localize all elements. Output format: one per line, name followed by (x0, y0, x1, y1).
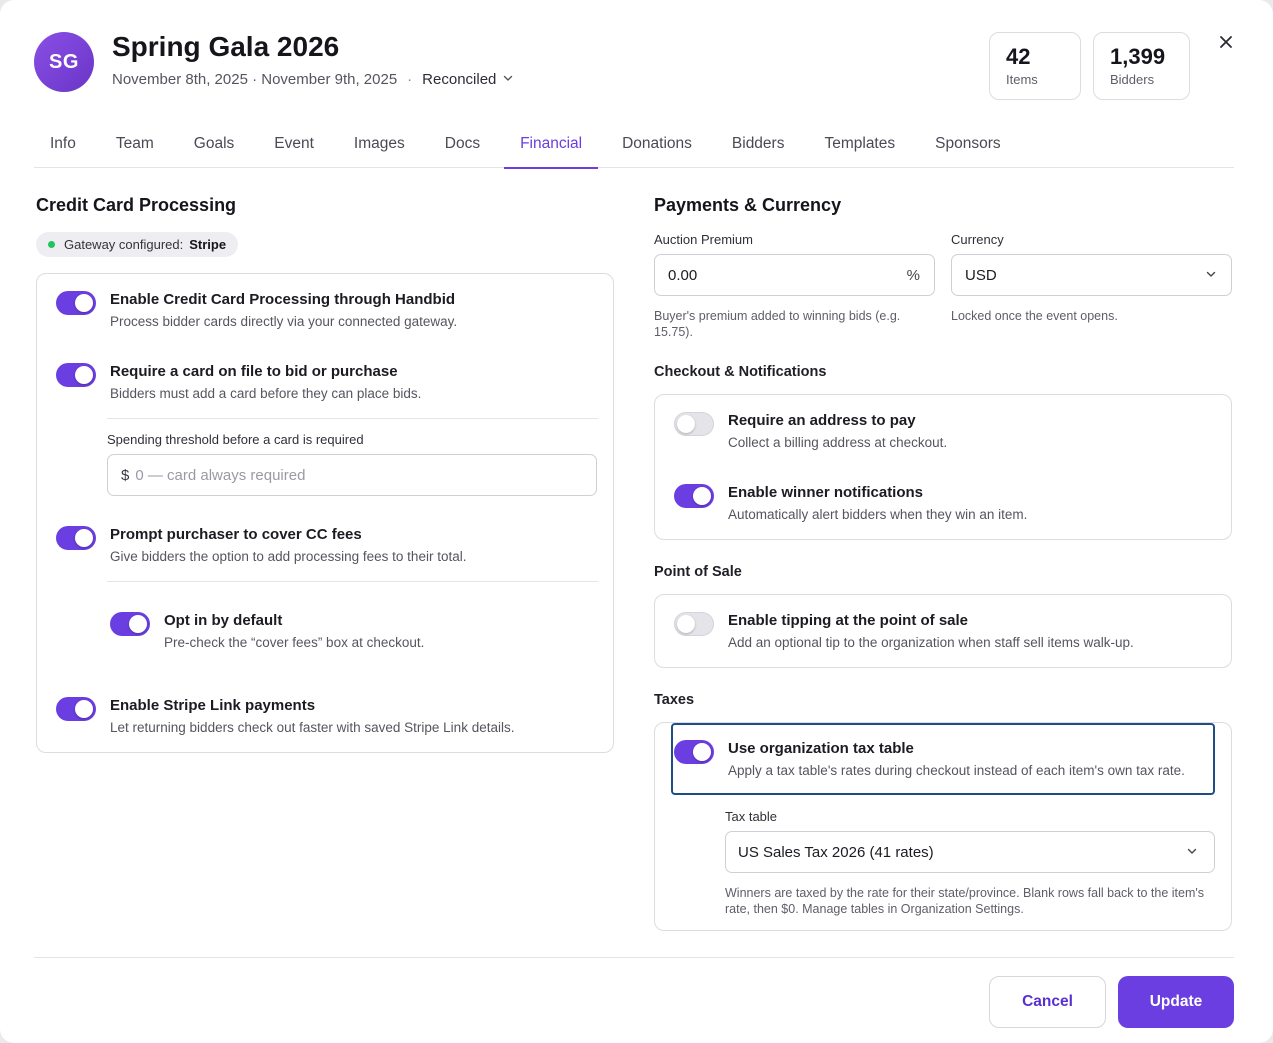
tipping-desc: Add an optional tip to the organization … (728, 635, 1134, 650)
tab-donations[interactable]: Donations (606, 124, 708, 168)
tab-images[interactable]: Images (338, 124, 421, 168)
credit-card-panel (36, 273, 614, 753)
stripe-link-title: Enable Stripe Link payments (110, 697, 316, 714)
require-card-title: Require a card on file to bid or purchas… (110, 363, 398, 380)
event-title: Spring Gala 2026 (112, 31, 340, 62)
premium-input[interactable]: 0.00 % (654, 254, 935, 296)
gateway-badge: Gateway configured: Stripe (36, 232, 239, 257)
tab-financial[interactable]: Financial (504, 124, 599, 169)
enable-cc-desc: Process bidder cards directly via your c… (110, 314, 458, 329)
tax-table-help: Winners are taxed by the rate for their … (725, 886, 1204, 916)
premium-label: Auction Premium (654, 232, 753, 247)
threshold-placeholder: 0 — card always required (135, 466, 306, 484)
cover-fees-title: Prompt purchaser to cover CC fees (110, 526, 362, 543)
avatar-initials: SG (49, 50, 79, 73)
tipping-title: Enable tipping at the point of sale (728, 612, 969, 629)
tax-table-value: US Sales Tax 2026 (41 rates) (738, 843, 934, 861)
stat-items-label: Items (1006, 72, 1038, 87)
percent-unit: % (906, 266, 920, 284)
org-tax-table-desc: Apply a tax table's rates during checkou… (728, 763, 1185, 778)
winner-notifications-desc: Automatically alert bidders when they wi… (728, 507, 1028, 522)
gateway-prefix: Gateway configured: (64, 237, 184, 252)
tab-team[interactable]: Team (100, 124, 170, 168)
currency-value: USD (965, 266, 997, 284)
gateway-name: Stripe (189, 237, 227, 252)
stripe-link-desc: Let returning bidders check out faster w… (110, 720, 515, 735)
currency-symbol: $ (121, 466, 130, 484)
require-card-desc: Bidders must add a card before they can … (110, 386, 422, 401)
opt-in-desc: Pre-check the “cover fees” box at checko… (164, 635, 425, 650)
currency-help: Locked once the event opens. (951, 309, 1118, 323)
stat-bidders-value: 1,399 (1110, 44, 1166, 69)
event-subtitle: November 8th, 2025 · November 9th, 2025 … (112, 71, 514, 88)
cover-fees-desc: Give bidders the option to add processin… (110, 549, 467, 564)
focus-ring (671, 723, 1215, 795)
stat-items: 42 Items (989, 32, 1081, 100)
pos-heading: Point of Sale (654, 564, 742, 580)
org-tax-table-title: Use organization tax table (728, 740, 914, 757)
footer-divider (34, 957, 1234, 958)
checkout-heading: Checkout & Notifications (654, 364, 827, 380)
tab-bidders[interactable]: Bidders (716, 124, 801, 168)
opt-in-title: Opt in by default (164, 612, 283, 629)
opt-in-toggle[interactable] (110, 612, 150, 636)
tab-goals[interactable]: Goals (178, 124, 251, 168)
close-icon (1218, 34, 1234, 55)
winner-notifications-toggle[interactable] (674, 484, 714, 508)
enable-cc-toggle[interactable] (56, 291, 96, 315)
status-label: Reconciled (422, 71, 497, 88)
require-address-desc: Collect a billing address at checkout. (728, 435, 948, 450)
require-address-toggle[interactable] (674, 412, 714, 436)
subtitle-separator: · (407, 71, 413, 88)
update-button[interactable]: Update (1118, 976, 1234, 1028)
cover-fees-toggle[interactable] (56, 526, 96, 550)
tab-docs[interactable]: Docs (429, 124, 496, 168)
currency-label: Currency (951, 232, 1004, 247)
require-card-toggle[interactable] (56, 363, 96, 387)
credit-card-heading: Credit Card Processing (36, 195, 237, 215)
threshold-label: Spending threshold before a card is requ… (107, 432, 364, 447)
event-dates: November 8th, 2025 · November 9th, 2025 (112, 71, 398, 88)
require-address-title: Require an address to pay (728, 412, 916, 429)
close-button[interactable] (1214, 32, 1238, 56)
winner-notifications-title: Enable winner notifications (728, 484, 924, 501)
tab-info[interactable]: Info (34, 124, 92, 168)
org-tax-table-toggle[interactable] (674, 740, 714, 764)
enable-cc-title: Enable Credit Card Processing through Ha… (110, 291, 456, 308)
pos-panel (654, 594, 1232, 668)
cancel-button[interactable]: Cancel (989, 976, 1106, 1028)
tipping-toggle[interactable] (674, 612, 714, 636)
divider (107, 581, 598, 582)
stat-bidders-label: Bidders (1110, 72, 1155, 87)
premium-help: Buyer's premium added to winning bids (e… (654, 309, 901, 339)
chevron-down-icon (1205, 267, 1217, 284)
stat-bidders: 1,399 Bidders (1093, 32, 1190, 100)
tab-sponsors[interactable]: Sponsors (919, 124, 1016, 168)
tax-table-select[interactable]: US Sales Tax 2026 (41 rates) (725, 831, 1215, 873)
event-settings-modal: SG Spring Gala 2026 November 8th, 2025 ·… (0, 0, 1273, 1043)
stat-items-value: 42 (1006, 44, 1031, 69)
taxes-heading: Taxes (654, 692, 695, 708)
premium-value: 0.00 (668, 266, 698, 284)
currency-select[interactable]: USD (951, 254, 1232, 296)
status-dot-icon (48, 241, 55, 248)
tab-event[interactable]: Event (258, 124, 330, 168)
status-dropdown[interactable]: Reconciled (422, 71, 514, 88)
chevron-down-icon (1186, 844, 1198, 861)
chevron-down-icon (502, 71, 514, 88)
stripe-link-toggle[interactable] (56, 697, 96, 721)
event-avatar: SG (34, 32, 94, 92)
divider (107, 418, 598, 419)
tax-table-label: Tax table (725, 809, 778, 824)
tab-bar: Info Team Goals Event Images Docs Financ… (34, 124, 1234, 169)
tab-templates[interactable]: Templates (808, 124, 911, 168)
threshold-input[interactable]: $ 0 — card always required (107, 454, 597, 496)
payments-heading: Payments & Currency (654, 195, 842, 215)
